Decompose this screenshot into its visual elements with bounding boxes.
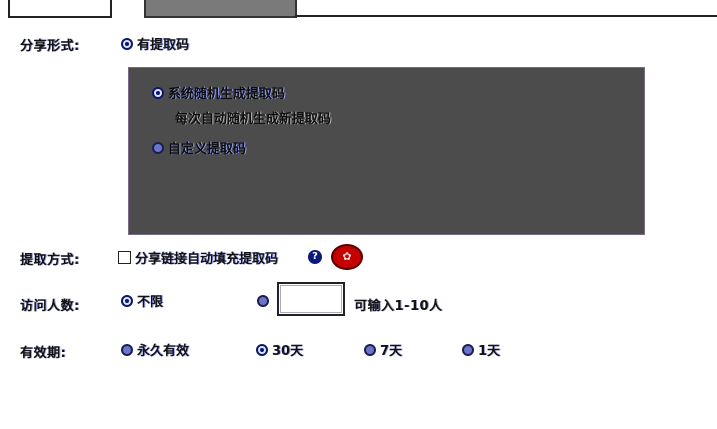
radio-unselected-icon[interactable] (462, 343, 474, 356)
visitors-label: 访问人数: (20, 299, 80, 314)
tab-first[interactable] (8, 0, 112, 18)
validity-option-30d[interactable]: 30天 (256, 340, 303, 359)
code-option-random-label: 系统随机生成提取码 (168, 87, 286, 102)
validity-option-1d-label: 1天 (478, 344, 501, 359)
radio-unselected-icon[interactable] (364, 343, 376, 356)
code-option-custom-label: 自定义提取码 (168, 142, 247, 157)
radio-selected-icon[interactable] (121, 294, 133, 307)
code-option-random[interactable]: 系统随机生成提取码 (152, 83, 285, 102)
radio-unselected-icon[interactable] (121, 343, 133, 356)
visitors-count-input[interactable] (277, 282, 345, 316)
validity-option-7d-label: 7天 (380, 344, 403, 359)
tab-underline (295, 15, 717, 17)
radio-unselected-icon[interactable] (152, 141, 164, 154)
validity-option-permanent-label: 永久有效 (137, 344, 190, 359)
validity-option-permanent[interactable]: 永久有效 (121, 340, 189, 359)
autofill-checkbox[interactable] (118, 251, 131, 264)
validity-option-30d-label: 30天 (272, 344, 304, 359)
share-form-option[interactable]: 有提取码 (121, 34, 189, 53)
tab-second[interactable] (144, 0, 297, 18)
share-form-option-label: 有提取码 (137, 38, 190, 53)
extract-method-label: 提取方式: (20, 253, 80, 268)
radio-selected-icon[interactable] (121, 37, 133, 50)
radio-selected-icon[interactable] (152, 86, 164, 99)
visitors-custom-radio-icon[interactable] (257, 294, 269, 307)
validity-option-7d[interactable]: 7天 (364, 340, 402, 359)
visitors-option-unlimited[interactable]: 不限 (121, 291, 163, 310)
radio-selected-icon[interactable] (256, 343, 268, 356)
validity-option-1d[interactable]: 1天 (462, 340, 500, 359)
autofill-checkbox-row[interactable]: 分享链接自动填充提取码 (118, 248, 278, 267)
share-form-label: 分享形式: (20, 39, 80, 54)
autofill-checkbox-label: 分享链接自动填充提取码 (135, 252, 279, 267)
code-option-random-hint: 每次自动随机生成新提取码 (175, 112, 332, 127)
validity-label: 有效期: (20, 346, 67, 361)
red-stamp-icon: ✿ (331, 244, 363, 270)
code-option-custom[interactable]: 自定义提取码 (152, 138, 246, 157)
visitors-option-unlimited-label: 不限 (137, 295, 164, 310)
visitors-hint: 可输入1-10人 (354, 299, 443, 314)
help-icon[interactable]: ? (308, 250, 322, 264)
